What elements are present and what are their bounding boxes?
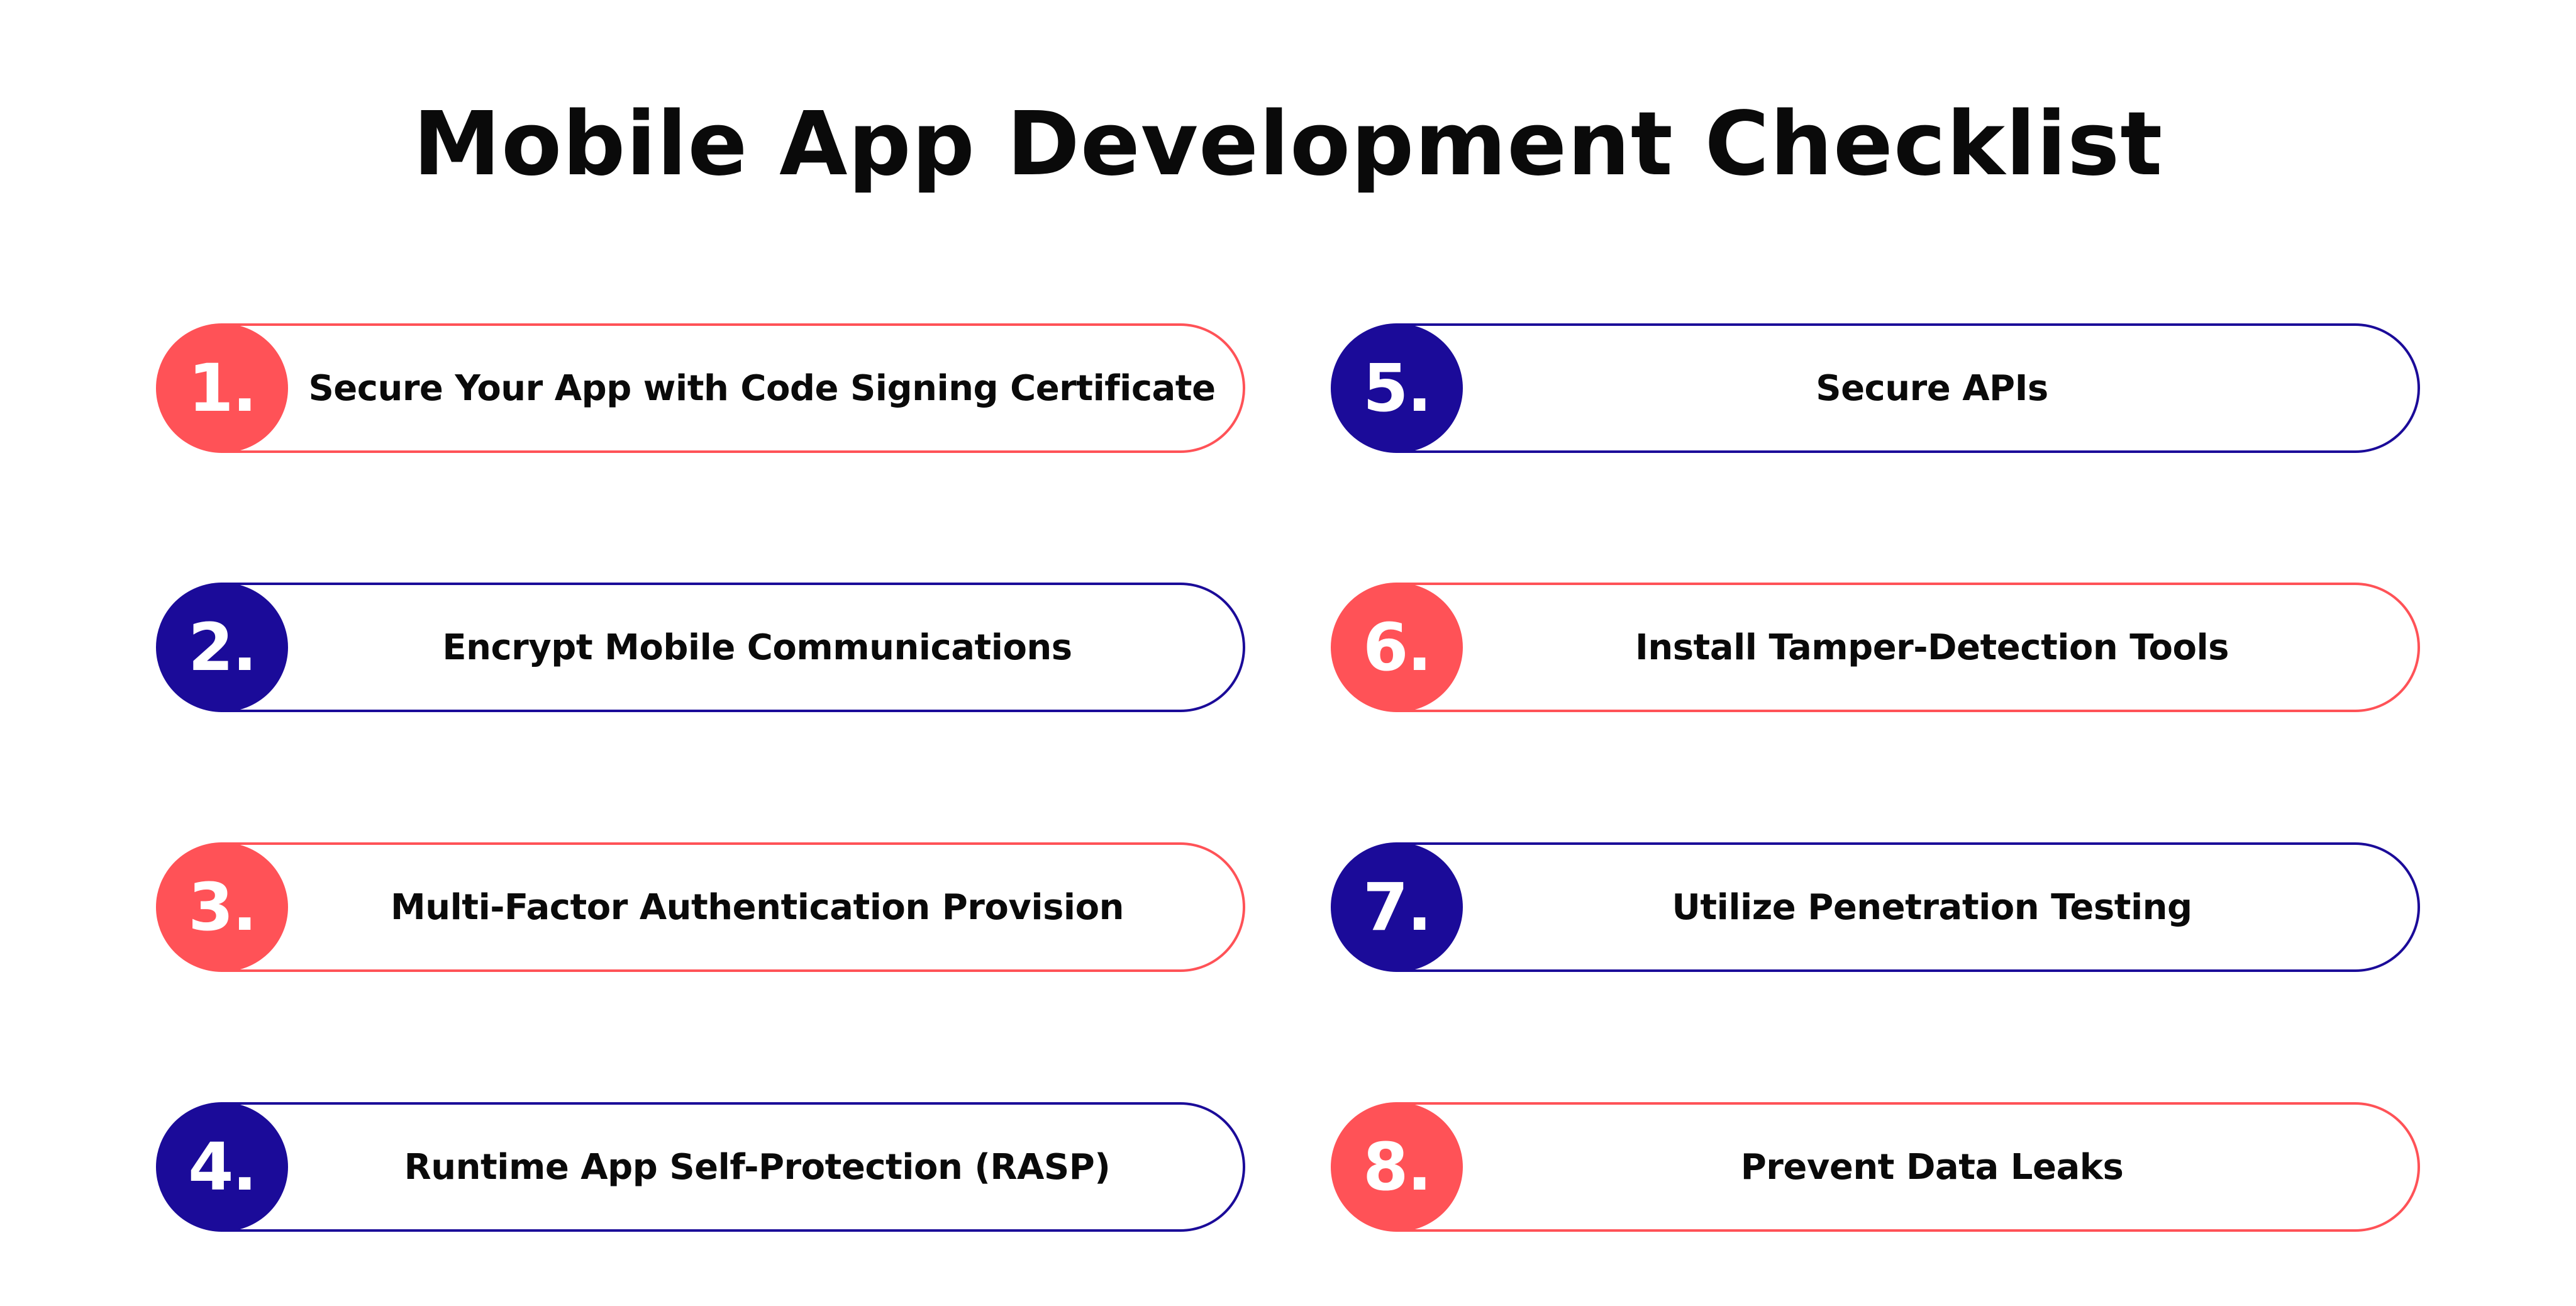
item-label: Utilize Penetration Testing — [1672, 886, 2192, 928]
item-number: 5. — [1363, 350, 1432, 427]
number-badge: 4. — [156, 1102, 288, 1232]
checklist-item-3: 3. Multi-Factor Authentication Provision — [156, 842, 1245, 972]
checklist-item-8: 8. Prevent Data Leaks — [1331, 1102, 2420, 1232]
item-label: Secure APIs — [1816, 367, 2048, 409]
item-number: 7. — [1363, 869, 1432, 946]
number-badge: 3. — [156, 842, 288, 972]
item-label: Prevent Data Leaks — [1740, 1146, 2124, 1188]
item-number: 3. — [188, 869, 257, 946]
number-badge: 7. — [1331, 842, 1463, 972]
item-label: Secure Your App with Code Signing Certif… — [308, 367, 1216, 409]
number-badge: 2. — [156, 583, 288, 712]
page-title: Mobile App Development Checklist — [413, 93, 2163, 196]
item-label: Install Tamper-Detection Tools — [1635, 627, 2229, 668]
number-badge: 1. — [156, 323, 288, 453]
item-number: 6. — [1363, 609, 1432, 686]
checklist-item-1: 1. Secure Your App with Code Signing Cer… — [156, 323, 1245, 453]
item-number: 2. — [188, 609, 257, 686]
checklist-item-5: 5. Secure APIs — [1331, 323, 2420, 453]
number-badge: 8. — [1331, 1102, 1463, 1232]
item-number: 8. — [1363, 1129, 1432, 1205]
checklist-item-7: 7. Utilize Penetration Testing — [1331, 842, 2420, 972]
checklist-item-4: 4. Runtime App Self-Protection (RASP) — [156, 1102, 1245, 1232]
item-number: 4. — [188, 1129, 257, 1205]
item-number: 1. — [188, 350, 257, 427]
item-label: Runtime App Self-Protection (RASP) — [404, 1146, 1111, 1188]
number-badge: 6. — [1331, 583, 1463, 712]
checklist-item-6: 6. Install Tamper-Detection Tools — [1331, 583, 2420, 712]
number-badge: 5. — [1331, 323, 1463, 453]
checklist-item-2: 2. Encrypt Mobile Communications — [156, 583, 1245, 712]
item-label: Encrypt Mobile Communications — [442, 627, 1072, 668]
item-label: Multi-Factor Authentication Provision — [391, 886, 1124, 928]
